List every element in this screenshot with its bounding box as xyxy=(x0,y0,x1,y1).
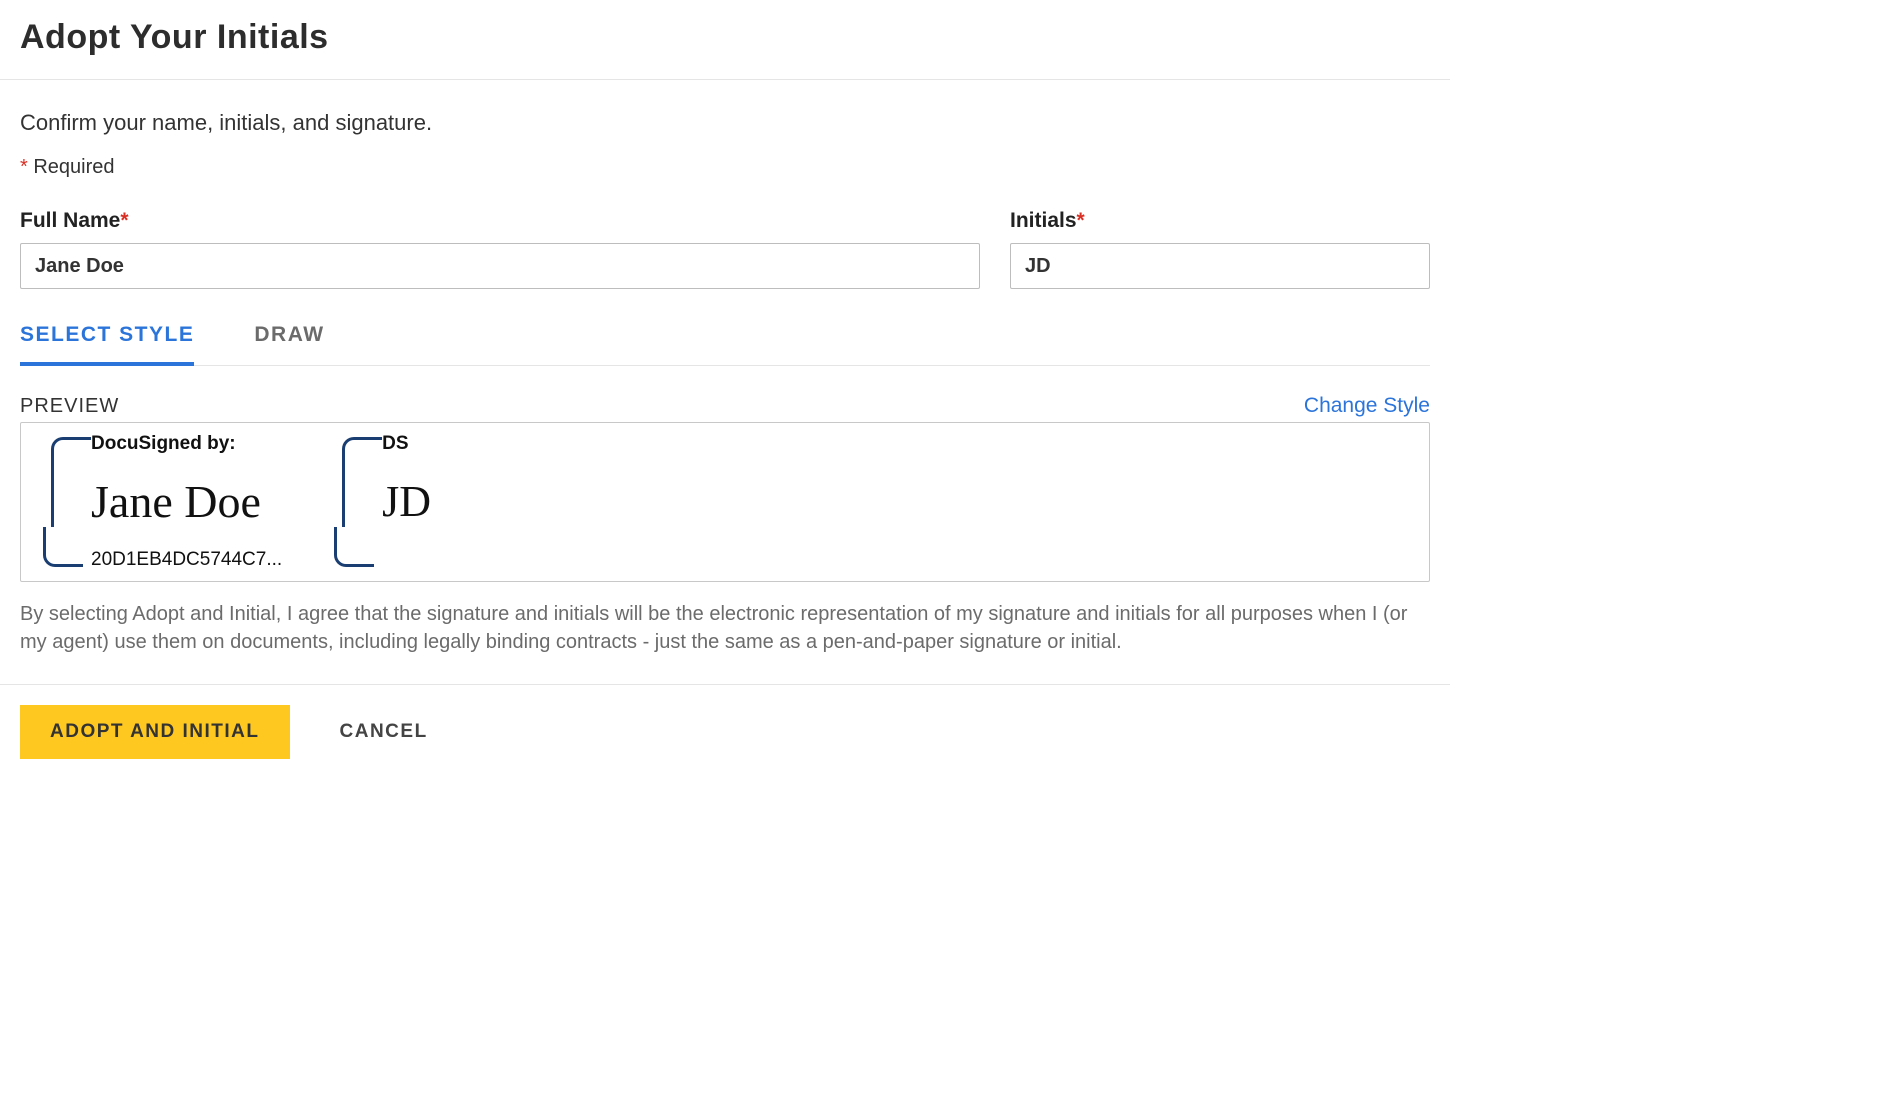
signature-id: 20D1EB4DC5744C7... xyxy=(91,549,282,571)
adopt-and-initial-button[interactable]: ADOPT AND INITIAL xyxy=(20,705,290,759)
initials-prefix: DS xyxy=(382,433,431,455)
required-note: * Required xyxy=(20,156,1430,179)
initials-script: JD xyxy=(382,480,431,524)
dialog-header: Adopt Your Initials xyxy=(0,0,1450,80)
full-name-label: Full Name* xyxy=(20,209,980,233)
initials-input[interactable] xyxy=(1010,243,1430,289)
signature-script: Jane Doe xyxy=(91,479,282,525)
tab-draw[interactable]: DRAW xyxy=(254,309,324,365)
tab-select-style[interactable]: SELECT STYLE xyxy=(20,309,194,365)
bracket-icon xyxy=(51,437,91,477)
preview-box: DocuSigned by: Jane Doe 20D1EB4DC5744C7.… xyxy=(20,422,1430,582)
required-asterisk: * xyxy=(20,156,28,178)
dialog-footer: ADOPT AND INITIAL CANCEL xyxy=(0,684,1450,789)
dialog-title: Adopt Your Initials xyxy=(20,18,1430,57)
initials-preview: DS JD xyxy=(342,437,431,567)
legal-text: By selecting Adopt and Initial, I agree … xyxy=(20,600,1430,656)
preview-label: PREVIEW xyxy=(20,395,119,418)
signature-preview: DocuSigned by: Jane Doe 20D1EB4DC5744C7.… xyxy=(51,437,282,567)
style-tabs: SELECT STYLE DRAW xyxy=(20,309,1430,366)
required-label: Required xyxy=(33,156,114,178)
full-name-input[interactable] xyxy=(20,243,980,289)
bracket-icon xyxy=(43,527,83,567)
bracket-icon xyxy=(334,527,374,567)
instructions-text: Confirm your name, initials, and signatu… xyxy=(20,110,1430,136)
bracket-icon xyxy=(342,437,382,477)
cancel-button[interactable]: CANCEL xyxy=(340,721,428,743)
change-style-link[interactable]: Change Style xyxy=(1304,394,1430,418)
initials-label: Initials* xyxy=(1010,209,1430,233)
signature-prefix: DocuSigned by: xyxy=(91,433,282,455)
